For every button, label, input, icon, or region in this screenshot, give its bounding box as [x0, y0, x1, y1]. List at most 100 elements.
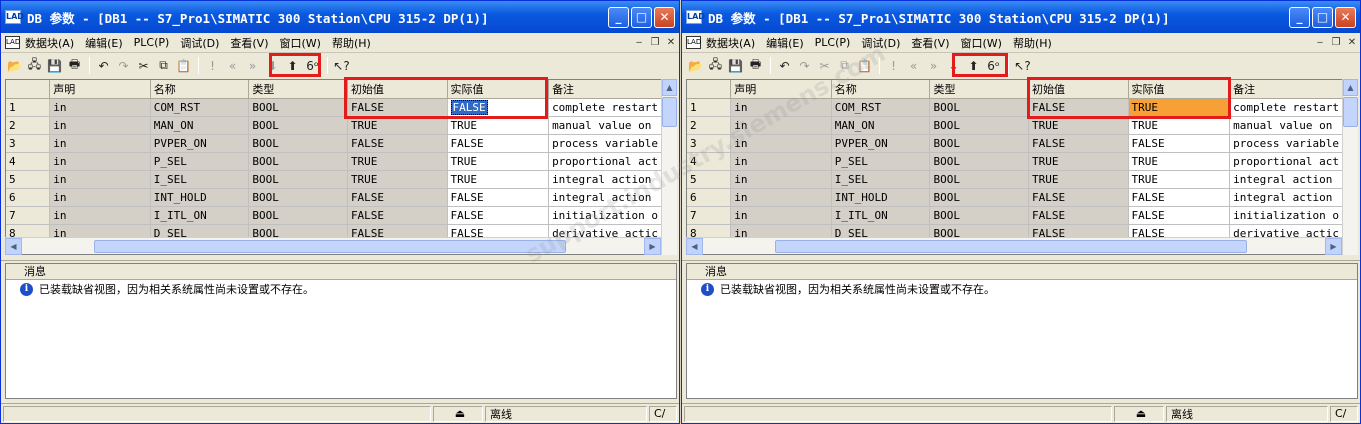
undo-icon[interactable]: ↶: [94, 56, 113, 75]
download-icon[interactable]: ⬇: [944, 56, 963, 75]
menu-view[interactable]: 查看(V): [911, 35, 949, 51]
scroll-thumb[interactable]: [775, 239, 1247, 253]
table-row[interactable]: 5 in I_SEL BOOL TRUE TRUE integral action: [687, 170, 1357, 189]
table-row[interactable]: 4 in P_SEL BOOL TRUE TRUE proportional act: [687, 152, 1357, 171]
col-header-declaration[interactable]: 声明: [49, 80, 151, 99]
horizontal-scrollbar[interactable]: ◀ ▶: [686, 237, 1342, 255]
cell-actual-value[interactable]: FALSE: [447, 134, 550, 153]
scroll-up-icon[interactable]: ▲: [662, 79, 677, 96]
cell-actual-value[interactable]: FALSE: [1128, 206, 1231, 225]
mdi-app-icon[interactable]: LAD: [686, 36, 701, 49]
undo-icon[interactable]: ↶: [775, 56, 794, 75]
col-header-comment[interactable]: 备注: [1229, 80, 1357, 99]
network-icon[interactable]: 🖧: [706, 56, 725, 75]
menu-edit[interactable]: 编辑(E): [85, 35, 123, 51]
table-row[interactable]: 3 in PVPER_ON BOOL FALSE FALSE process variabl…: [687, 134, 1357, 153]
paste-icon[interactable]: 📋: [174, 56, 193, 75]
close-button[interactable]: ✕: [1335, 6, 1356, 28]
cell-comment[interactable]: process variable: [1229, 134, 1357, 153]
cell-actual-value[interactable]: TRUE: [1128, 98, 1231, 117]
col-header-actual-value[interactable]: 实际值: [1128, 80, 1231, 99]
copy-icon[interactable]: ⧉: [154, 56, 173, 75]
cell-comment[interactable]: integral action: [1229, 188, 1357, 207]
menu-help[interactable]: 帮助(H): [332, 35, 371, 51]
col-header-declaration[interactable]: 声明: [730, 80, 832, 99]
open-icon[interactable]: 📂: [686, 56, 705, 75]
col-header-name[interactable]: 名称: [831, 80, 931, 99]
copy-icon[interactable]: ⧉: [835, 56, 854, 75]
col-header-name[interactable]: 名称: [150, 80, 250, 99]
save-icon[interactable]: 💾: [45, 56, 64, 75]
table-row[interactable]: 5 in I_SEL BOOL TRUE TRUE integral action: [6, 170, 676, 189]
redo-icon[interactable]: ↷: [795, 56, 814, 75]
title-bar[interactable]: LAD DB 参数 - [DB1 -- S7_Pro1\SIMATIC 300 …: [1, 1, 679, 33]
cell-comment[interactable]: process variable: [548, 134, 676, 153]
save-icon[interactable]: 💾: [726, 56, 745, 75]
mdi-close-icon[interactable]: ✕: [1344, 37, 1360, 48]
table-row[interactable]: 3 in PVPER_ON BOOL FALSE FALSE process variabl…: [6, 134, 676, 153]
monitor-icon[interactable]: 6ᵒ: [984, 56, 1003, 75]
col-header-type[interactable]: 类型: [929, 80, 1029, 99]
menu-view[interactable]: 查看(V): [230, 35, 268, 51]
menu-data-block[interactable]: 数据块(A): [25, 35, 74, 51]
table-row[interactable]: 1 in COM_RST BOOL FALSE FALSE complete restart: [6, 98, 676, 117]
menu-data-block[interactable]: 数据块(A): [706, 35, 755, 51]
cut-icon[interactable]: ✂: [134, 56, 153, 75]
network-icon[interactable]: 🖧: [25, 56, 44, 75]
paste-icon[interactable]: 📋: [855, 56, 874, 75]
menu-debug[interactable]: 调试(D): [861, 35, 900, 51]
menu-edit[interactable]: 编辑(E): [766, 35, 804, 51]
cell-comment[interactable]: integral action: [548, 188, 676, 207]
col-header-initial-value[interactable]: 初始值: [1028, 80, 1129, 99]
navigate-icon[interactable]: «: [904, 56, 923, 75]
cell-comment[interactable]: complete restart: [1229, 98, 1357, 117]
menu-debug[interactable]: 调试(D): [180, 35, 219, 51]
splitter[interactable]: [1, 257, 679, 261]
table-row[interactable]: 7 in I_ITL_ON BOOL FALSE FALSE initialization …: [687, 206, 1357, 225]
splitter[interactable]: [682, 257, 1360, 261]
cell-actual-value[interactable]: TRUE: [447, 152, 550, 171]
table-row[interactable]: 6 in INT_HOLD BOOL FALSE FALSE integral action: [6, 188, 676, 207]
cell-actual-value[interactable]: FALSE: [447, 98, 550, 117]
mdi-minimize-icon[interactable]: ‒: [631, 37, 647, 48]
cell-actual-value[interactable]: FALSE: [1128, 188, 1231, 207]
navigate-next-icon[interactable]: »: [243, 56, 262, 75]
vertical-scrollbar[interactable]: ▲: [661, 79, 677, 255]
title-bar[interactable]: LAD DB 参数 - [DB1 -- S7_Pro1\SIMATIC 300 …: [682, 1, 1360, 33]
table-row[interactable]: 2 in MAN_ON BOOL TRUE TRUE manual value on: [6, 116, 676, 135]
scroll-right-icon[interactable]: ▶: [644, 237, 661, 255]
scroll-left-icon[interactable]: ◀: [5, 237, 22, 255]
open-icon[interactable]: 📂: [5, 56, 24, 75]
mdi-restore-icon[interactable]: ❐: [647, 37, 663, 48]
menu-help[interactable]: 帮助(H): [1013, 35, 1052, 51]
upload-icon[interactable]: ⬆: [283, 56, 302, 75]
scroll-vthumb[interactable]: [662, 97, 677, 127]
help-pointer-icon[interactable]: ↖?: [332, 56, 351, 75]
redo-icon[interactable]: ↷: [114, 56, 133, 75]
navigate-next-icon[interactable]: »: [924, 56, 943, 75]
cell-comment[interactable]: proportional act: [1229, 152, 1357, 171]
col-header-type[interactable]: 类型: [248, 80, 348, 99]
table-row[interactable]: 4 in P_SEL BOOL TRUE TRUE proportional act: [6, 152, 676, 171]
cell-actual-value[interactable]: TRUE: [447, 116, 550, 135]
scroll-up-icon[interactable]: ▲: [1343, 79, 1358, 96]
vertical-scrollbar[interactable]: ▲: [1342, 79, 1358, 255]
cut-icon[interactable]: ✂: [815, 56, 834, 75]
print-icon[interactable]: 🖶: [746, 56, 765, 75]
mdi-close-icon[interactable]: ✕: [663, 37, 679, 48]
cell-comment[interactable]: integral action: [548, 170, 676, 189]
cell-comment[interactable]: manual value on: [548, 116, 676, 135]
mdi-restore-icon[interactable]: ❐: [1328, 37, 1344, 48]
cell-actual-value[interactable]: TRUE: [1128, 152, 1231, 171]
selected-value[interactable]: FALSE: [450, 99, 488, 115]
menu-window[interactable]: 窗口(W): [280, 35, 321, 51]
cell-actual-value[interactable]: TRUE: [447, 170, 550, 189]
scroll-thumb[interactable]: [94, 239, 566, 253]
cell-comment[interactable]: integral action: [1229, 170, 1357, 189]
cell-comment[interactable]: complete restart: [548, 98, 676, 117]
minimize-button[interactable]: _: [608, 6, 629, 28]
table-row[interactable]: 2 in MAN_ON BOOL TRUE TRUE manual value on: [687, 116, 1357, 135]
col-header-actual-value[interactable]: 实际值: [447, 80, 550, 99]
minimize-button[interactable]: _: [1289, 6, 1310, 28]
col-header-comment[interactable]: 备注: [548, 80, 676, 99]
